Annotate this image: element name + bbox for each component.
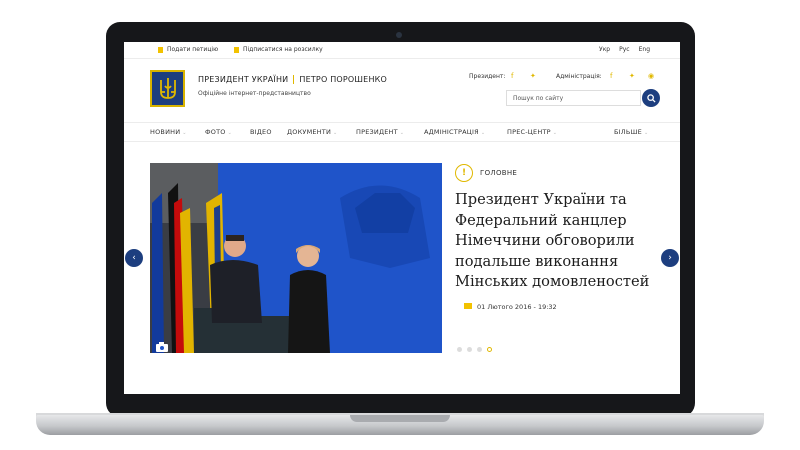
main-navigation: НОВИНИ ⌄ ФОТО ⌄ ВІДЕО ДОКУМЕНТИ ⌄ ПРЕЗИДЕНТ…: [124, 122, 680, 142]
language-switcher: Укр Рус Eng: [599, 46, 650, 53]
chevron-down-icon: ⌄: [552, 130, 558, 136]
calendar-icon: [464, 303, 472, 309]
browser-screen: Подати петицію Підписатися на розсилку У…: [124, 42, 680, 394]
twitter-icon[interactable]: ✦: [629, 72, 635, 80]
chevron-down-icon: ⌄: [227, 130, 232, 136]
nav-press-center[interactable]: ПРЕС-ЦЕНТР ⌄: [507, 128, 557, 136]
alert-icon: !: [455, 164, 473, 182]
slider-dot[interactable]: [457, 347, 462, 352]
slider-pagination: [457, 347, 492, 352]
lang-eng[interactable]: Eng: [639, 46, 650, 53]
article-date: 01 Лютого 2016 - 19:32: [477, 303, 557, 311]
nav-news[interactable]: НОВИНИ ⌄: [150, 128, 187, 136]
search-button[interactable]: [642, 89, 660, 107]
site-title[interactable]: ПРЕЗИДЕНТ УКРАЇНИ ПЕТРО ПОРОШЕНКО: [198, 75, 387, 84]
trident-icon: [159, 77, 176, 99]
chevron-down-icon: ⌄: [643, 130, 649, 136]
coat-of-arms-logo[interactable]: [150, 70, 185, 107]
webcam: [396, 32, 402, 38]
slider-dot[interactable]: [467, 347, 472, 352]
top-utility-bar: Подати петицію Підписатися на розсилку У…: [124, 42, 680, 59]
slider-headline[interactable]: Президент України та Федеральний канцлер…: [455, 190, 670, 293]
slider-photo[interactable]: [150, 163, 442, 353]
search-input[interactable]: Пошук по сайту: [506, 90, 641, 106]
search-icon: [646, 93, 656, 103]
document-icon: [158, 46, 163, 53]
document-icon: [234, 46, 239, 53]
nav-video[interactable]: ВІДЕО: [250, 128, 272, 136]
press-conference-illustration: [150, 163, 442, 353]
lang-ukr[interactable]: Укр: [599, 46, 610, 53]
lang-rus[interactable]: Рус: [619, 46, 629, 53]
facebook-icon[interactable]: f: [511, 72, 513, 80]
rss-icon[interactable]: ◉: [648, 72, 654, 80]
laptop-notch: [350, 415, 450, 422]
site-subtitle: Офіційне інтернет-представництво: [198, 90, 311, 97]
petition-link[interactable]: Подати петицію: [158, 46, 218, 53]
nav-president[interactable]: ПРЕЗИДЕНТ ⌄: [356, 128, 404, 136]
slider-prev-button[interactable]: ‹: [125, 249, 143, 267]
title-separator: [293, 75, 295, 84]
nav-more[interactable]: БІЛЬШЕ ⌄: [614, 128, 648, 136]
president-social-label: Президент:: [469, 73, 506, 80]
category-label[interactable]: ГОЛОВНЕ: [480, 169, 517, 177]
chevron-down-icon: ⌄: [399, 130, 405, 136]
nav-documents[interactable]: ДОКУМЕНТИ ⌄: [287, 128, 337, 136]
slider-dot[interactable]: [487, 347, 492, 352]
nav-photo[interactable]: ФОТО ⌄: [205, 128, 232, 136]
nav-administration[interactable]: АДМІНІСТРАЦІЯ ⌄: [424, 128, 485, 136]
subscribe-link[interactable]: Підписатися на розсилку: [234, 46, 323, 53]
administration-social-label: Адміністрація:: [556, 73, 602, 80]
chevron-down-icon: ⌄: [333, 130, 338, 136]
chevron-down-icon: ⌄: [182, 130, 187, 136]
chevron-down-icon: ⌄: [480, 130, 486, 136]
camera-icon[interactable]: [156, 337, 168, 352]
facebook-icon[interactable]: f: [610, 72, 612, 80]
slider-dot[interactable]: [477, 347, 482, 352]
twitter-icon[interactable]: ✦: [530, 72, 536, 80]
